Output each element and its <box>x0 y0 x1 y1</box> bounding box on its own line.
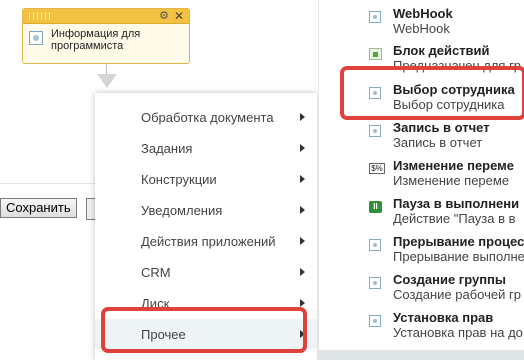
activity-card-body: Информация для программиста <box>29 28 185 52</box>
activity-description: Выбор сотрудника <box>393 97 505 112</box>
gear-icon[interactable]: ⚙ <box>159 9 169 23</box>
menu-item-label: Прочее <box>141 326 186 342</box>
connector-line <box>106 64 107 74</box>
activity-icon <box>369 277 381 289</box>
chevron-right-icon <box>300 330 305 338</box>
menu-item-label: Конструкции <box>141 171 217 187</box>
activity-icon <box>369 11 381 23</box>
activity-set-permissions[interactable]: Установка прав Установка прав на до <box>319 310 524 348</box>
block-icon <box>369 48 382 60</box>
menu-item-label: CRM <box>141 264 171 280</box>
activity-icon <box>369 125 381 137</box>
menu-item-label: Диск <box>141 295 170 311</box>
activity-title: Изменение переме <box>393 158 515 173</box>
menu-item-app-actions[interactable]: Действия приложений <box>95 226 317 256</box>
activity-icon <box>369 315 381 327</box>
activity-title: Пауза в выполнени <box>393 196 520 211</box>
activity-title: Создание группы <box>393 272 507 287</box>
activity-description: WebHook <box>393 21 450 36</box>
panel-scroll-area[interactable] <box>318 350 524 360</box>
activity-title: WebHook <box>393 6 453 21</box>
activity-select-employee[interactable]: Выбор сотрудника Выбор сотрудника <box>319 82 524 120</box>
activity-icon <box>369 239 381 251</box>
menu-item-notifications[interactable]: Уведомления <box>95 195 317 225</box>
menu-item-tasks[interactable]: Задания <box>95 133 317 163</box>
close-icon[interactable]: ✕ <box>174 9 184 23</box>
activity-icon <box>29 31 43 45</box>
chevron-right-icon <box>300 113 305 121</box>
menu-item-label: Обработка документа <box>141 109 274 125</box>
activity-title: Блок действий <box>393 43 490 58</box>
activity-category-menu: Обработка документа Задания Конструкции … <box>95 93 317 360</box>
drag-handle-icon[interactable] <box>29 12 53 20</box>
menu-item-label: Задания <box>141 140 193 156</box>
activity-title: Запись в отчет <box>393 120 490 135</box>
menu-item-document-processing[interactable]: Обработка документа <box>95 102 317 132</box>
menu-item-label: Уведомления <box>141 202 223 218</box>
activity-card[interactable]: ⚙ ✕ Информация для программиста <box>22 8 190 64</box>
menu-item-crm[interactable]: CRM <box>95 257 317 287</box>
activity-description: Прерывание выполне <box>393 249 524 264</box>
activity-description: Предназначен для гр <box>393 58 522 73</box>
activity-report-entry[interactable]: Запись в отчет Запись в отчет <box>319 120 524 158</box>
menu-item-disk[interactable]: Диск <box>95 288 317 318</box>
activity-webhook[interactable]: WebHook WebHook <box>319 6 524 44</box>
menu-item-other[interactable]: Прочее <box>95 319 317 349</box>
activity-description: Изменение переме <box>393 173 510 188</box>
activity-card-title: Информация для программиста <box>51 28 141 52</box>
chevron-right-icon <box>300 144 305 152</box>
activity-pause[interactable]: II Пауза в выполнени Действие "Пауза в в <box>319 196 524 234</box>
add-activity-arrow-icon[interactable] <box>97 74 117 88</box>
activity-description: Запись в отчет <box>393 135 483 150</box>
divider <box>0 183 95 184</box>
activity-title: Выбор сотрудника <box>393 82 515 97</box>
activity-description: Установка прав на до <box>393 325 523 340</box>
chevron-right-icon <box>300 237 305 245</box>
chevron-right-icon <box>300 206 305 214</box>
activity-title: Установка прав <box>393 310 494 325</box>
activity-action-block[interactable]: Блок действий Предназначен для гр <box>319 43 524 81</box>
chevron-right-icon <box>300 299 305 307</box>
menu-item-label: Действия приложений <box>141 233 276 249</box>
activity-description: Действие "Пауза в в <box>393 211 516 226</box>
activity-description: Создание рабочей гр <box>393 287 521 302</box>
chevron-right-icon <box>300 268 305 276</box>
activity-change-variables[interactable]: $% Изменение переме Изменение переме <box>319 158 524 196</box>
workflow-designer: ⚙ ✕ Информация для программиста Сохранит… <box>0 0 524 360</box>
activity-title: Прерывание процес <box>393 234 524 249</box>
activity-card-header[interactable]: ⚙ ✕ <box>23 9 189 24</box>
variable-icon: $% <box>369 163 385 174</box>
menu-item-constructions[interactable]: Конструкции <box>95 164 317 194</box>
activity-icon <box>369 87 381 99</box>
activity-create-group[interactable]: Создание группы Создание рабочей гр <box>319 272 524 310</box>
pause-icon: II <box>369 201 382 213</box>
save-button[interactable]: Сохранить <box>0 198 77 218</box>
activity-list-panel: WebHook WebHook Блок действий Предназнач… <box>318 0 524 360</box>
chevron-right-icon <box>300 175 305 183</box>
activity-terminate[interactable]: Прерывание процес Прерывание выполне <box>319 234 524 272</box>
